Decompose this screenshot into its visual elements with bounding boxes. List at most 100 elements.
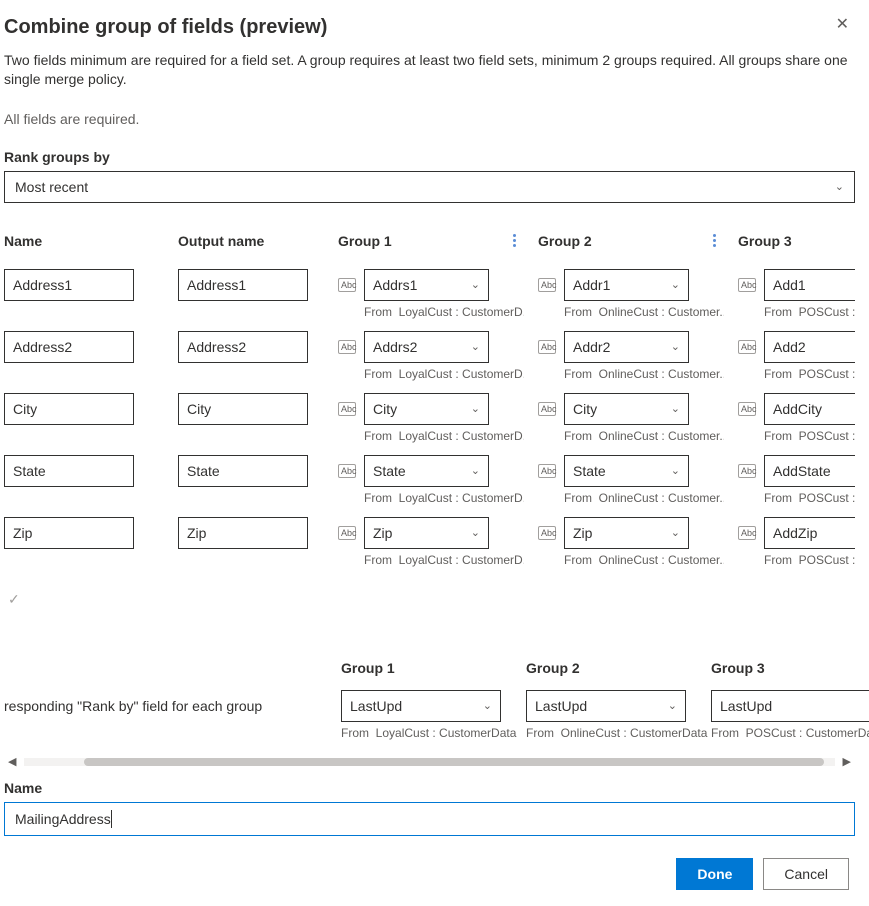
field-select-g2[interactable]: Addr2⌄: [564, 331, 689, 363]
name-field-label: Name: [4, 780, 855, 796]
chevron-down-icon: ⌄: [471, 340, 480, 353]
field-select-g1[interactable]: City⌄: [364, 393, 489, 425]
rank-field-g2[interactable]: LastUpd⌄: [526, 690, 686, 722]
field-source-g2: From OnlineCust : Customer...: [564, 367, 724, 381]
col-name: Name: [4, 227, 164, 263]
name-input-row[interactable]: Address1: [4, 269, 134, 301]
rank-groups-value: Most recent: [15, 179, 88, 195]
field-source-g1: From LoyalCust : CustomerD...: [364, 491, 524, 505]
type-badge: Abc: [338, 340, 356, 354]
rank-groups-select[interactable]: Most recent ⌄: [4, 171, 855, 203]
chevron-down-icon: ⌄: [671, 340, 680, 353]
type-badge: Abc: [738, 464, 756, 478]
field-select-g3[interactable]: Add1: [764, 269, 855, 301]
name-input-row[interactable]: State: [4, 455, 134, 487]
field-source-g2: From OnlineCust : Customer...: [564, 491, 724, 505]
chevron-down-icon: ⌄: [671, 278, 680, 291]
field-select-g2[interactable]: Zip⌄: [564, 517, 689, 549]
type-badge: Abc: [738, 340, 756, 354]
col-group2: Group 2: [524, 227, 724, 263]
field-select-g3[interactable]: Add2: [764, 331, 855, 363]
field-select-g3[interactable]: AddState: [764, 455, 855, 487]
field-source-g1: From LoyalCust : CustomerD...: [364, 553, 524, 567]
output-input-row[interactable]: Address1: [178, 269, 308, 301]
dialog-title: Combine group of fields (preview): [4, 16, 855, 39]
col-output: Output name: [164, 227, 324, 263]
field-select-g1[interactable]: State⌄: [364, 455, 489, 487]
field-source-g3: From POSCust : Custo: [764, 429, 855, 443]
type-badge: Abc: [538, 526, 556, 540]
more-icon[interactable]: [513, 234, 524, 247]
type-badge: Abc: [338, 402, 356, 416]
chevron-down-icon: ⌄: [668, 699, 677, 712]
rank-field-g1[interactable]: LastUpd⌄: [341, 690, 501, 722]
field-select-g2[interactable]: Addr1⌄: [564, 269, 689, 301]
scroll-left-icon[interactable]: ◀: [4, 755, 20, 768]
type-badge: Abc: [538, 340, 556, 354]
rank-field-label: responding "Rank by" field for each grou…: [4, 690, 341, 740]
field-source-g3: From POSCust : Custo: [764, 553, 855, 567]
required-note: All fields are required.: [4, 111, 855, 127]
field-source-g2: From OnlineCust : Customer...: [564, 553, 724, 567]
scroll-track[interactable]: [24, 758, 834, 766]
field-select-g1[interactable]: Addrs1⌄: [364, 269, 489, 301]
field-source-g1: From LoyalCust : CustomerD...: [364, 305, 524, 319]
rank-field-g3[interactable]: LastUpd: [711, 690, 869, 722]
dialog-description: Two fields minimum are required for a fi…: [4, 51, 855, 89]
field-select-g3[interactable]: AddCity: [764, 393, 855, 425]
field-source-g3: From POSCust : Custo: [764, 491, 855, 505]
rank-from-g3: From POSCust : CustomerDat: [711, 726, 869, 740]
col-group1: Group 1: [324, 227, 524, 263]
field-source-g2: From OnlineCust : Customer...: [564, 305, 724, 319]
type-badge: Abc: [538, 278, 556, 292]
field-select-g2[interactable]: State⌄: [564, 455, 689, 487]
chevron-down-icon: ⌄: [671, 464, 680, 477]
rank-from-g2: From OnlineCust : CustomerData: [526, 726, 711, 740]
field-source-g1: From LoyalCust : CustomerD...: [364, 429, 524, 443]
rank-groups-label: Rank groups by: [4, 149, 855, 165]
more-icon[interactable]: [713, 234, 724, 247]
field-select-g3[interactable]: AddZip: [764, 517, 855, 549]
field-select-g1[interactable]: Addrs2⌄: [364, 331, 489, 363]
name-input[interactable]: MailingAddress: [4, 802, 855, 836]
type-badge: Abc: [538, 402, 556, 416]
scroll-right-icon[interactable]: ▶: [839, 755, 855, 768]
type-badge: Abc: [738, 526, 756, 540]
field-source-g2: From OnlineCust : Customer...: [564, 429, 724, 443]
name-input-row[interactable]: City: [4, 393, 134, 425]
output-input-row[interactable]: State: [178, 455, 308, 487]
col2-group2: Group 2: [526, 654, 711, 690]
name-input-row[interactable]: Address2: [4, 331, 134, 363]
field-select-g2[interactable]: City⌄: [564, 393, 689, 425]
type-badge: Abc: [738, 402, 756, 416]
horizontal-scrollbar[interactable]: ◀ ▶: [4, 754, 855, 770]
col-group3: Group 3: [724, 227, 855, 263]
name-input-value: MailingAddress: [15, 811, 111, 827]
chevron-down-icon: ⌄: [471, 526, 480, 539]
col2-group3: Group 3: [711, 654, 869, 690]
output-input-row[interactable]: Address2: [178, 331, 308, 363]
scroll-thumb[interactable]: [84, 758, 824, 766]
type-badge: Abc: [338, 464, 356, 478]
chevron-down-icon: ⌄: [671, 526, 680, 539]
chevron-down-icon: ⌄: [835, 180, 844, 193]
type-badge: Abc: [538, 464, 556, 478]
chevron-down-icon: ⌄: [671, 402, 680, 415]
type-badge: Abc: [338, 278, 356, 292]
col2-group1: Group 1: [341, 654, 526, 690]
rank-from-g1: From LoyalCust : CustomerData: [341, 726, 526, 740]
output-input-row[interactable]: City: [178, 393, 308, 425]
field-source-g3: From POSCust : Custo: [764, 367, 855, 381]
output-input-row[interactable]: Zip: [178, 517, 308, 549]
name-input-row[interactable]: Zip: [4, 517, 134, 549]
chevron-down-icon: ⌄: [471, 402, 480, 415]
type-badge: Abc: [338, 526, 356, 540]
field-source-g1: From LoyalCust : CustomerD...: [364, 367, 524, 381]
type-badge: Abc: [738, 278, 756, 292]
chevron-down-icon: ⌄: [471, 464, 480, 477]
field-select-g1[interactable]: Zip⌄: [364, 517, 489, 549]
chevron-down-icon: ⌄: [471, 278, 480, 291]
close-icon[interactable]: ✕: [836, 14, 849, 34]
field-source-g3: From POSCust : Custo: [764, 305, 855, 319]
check-icon: ✓: [8, 591, 855, 608]
